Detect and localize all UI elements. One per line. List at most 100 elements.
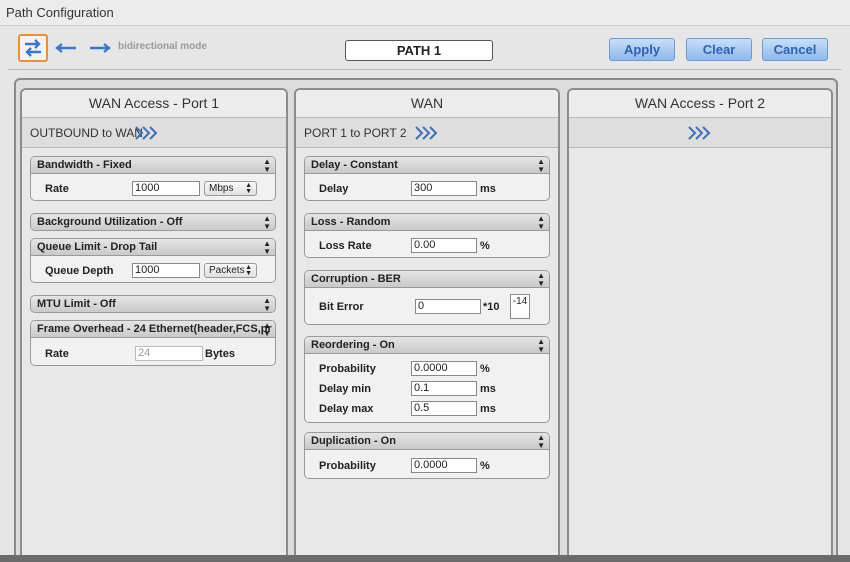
queue-depth-unit-value: Packets [209, 265, 245, 276]
corruption-select[interactable]: Corruption - BER ▲ ▼ [305, 271, 549, 288]
select-arrows-icon: ▲ ▼ [263, 321, 271, 338]
reordering-header: Reordering - On [311, 339, 395, 351]
probability-label: Probability [319, 363, 376, 375]
background-utilization-header: Background Utilization - Off [37, 216, 183, 228]
delay-input[interactable]: 300 [411, 181, 477, 196]
duplication-panel: Duplication - On ▲ ▼ Probability 0.0000 % [304, 432, 550, 479]
loss-select[interactable]: Loss - Random ▲ ▼ [305, 214, 549, 231]
background-utilization-panel: Background Utilization - Off ▲ ▼ [30, 213, 276, 231]
delay-select[interactable]: Delay - Constant ▲ ▼ [305, 157, 549, 174]
duplication-probability-input[interactable]: 0.0000 [411, 458, 477, 473]
overhead-rate-input[interactable]: 24 [135, 346, 203, 361]
path-editor: WAN Access - Port 1 OUTBOUND to WAN Band… [14, 78, 838, 562]
overhead-rate-label: Rate [45, 348, 69, 360]
delay-max-unit-label: ms [480, 403, 496, 415]
delay-panel: Delay - Constant ▲ ▼ Delay 300 ms [304, 156, 550, 201]
column-title: WAN Access - Port 1 [22, 90, 286, 118]
arrow-left-icon[interactable] [54, 42, 78, 54]
bit-error-input[interactable]: 0 [415, 299, 481, 314]
loss-panel: Loss - Random ▲ ▼ Loss Rate 0.00 % [304, 213, 550, 258]
background-utilization-select[interactable]: Background Utilization - Off ▲ ▼ [31, 214, 275, 231]
window-title: Path Configuration [6, 5, 114, 20]
corruption-panel: Corruption - BER ▲ ▼ Bit Error 0 *10 -14 [304, 270, 550, 325]
bandwidth-select[interactable]: Bandwidth - Fixed ▲ ▼ [31, 157, 275, 174]
mtu-limit-panel: MTU Limit - Off ▲ ▼ [30, 295, 276, 313]
probability-unit-label: % [480, 363, 490, 375]
duplication-probability-unit-label: % [480, 460, 490, 472]
apply-button[interactable]: Apply [609, 38, 675, 61]
queue-limit-select[interactable]: Queue Limit - Drop Tail ▲ ▼ [31, 239, 275, 256]
arrow-right-icon[interactable] [88, 42, 112, 54]
column-title: WAN [296, 90, 558, 118]
loss-rate-input[interactable]: 0.00 [411, 238, 477, 253]
mtu-limit-select[interactable]: MTU Limit - Off ▲ ▼ [31, 296, 275, 313]
queue-depth-unit-select[interactable]: Packets ▲ ▼ [204, 263, 257, 278]
overhead-unit-label: Bytes [205, 348, 235, 360]
rate-unit-value: Mbps [209, 183, 234, 194]
mode-label: bidirectional mode [118, 41, 207, 52]
window-titlebar: Path Configuration [0, 0, 850, 26]
frame-overhead-select[interactable]: Frame Overhead - 24 Ethernet(header,FCS,… [31, 321, 275, 338]
direction-header: OUTBOUND to WAN [22, 118, 286, 148]
select-arrows-icon: ▲ ▼ [537, 271, 545, 288]
clear-button[interactable]: Clear [686, 38, 752, 61]
toolbar: bidirectional mode PATH 1 Apply Clear Ca… [8, 28, 842, 70]
frame-overhead-panel: Frame Overhead - 24 Ethernet(header,FCS,… [30, 320, 276, 366]
delay-min-input[interactable]: 0.1 [411, 381, 477, 396]
queue-limit-header: Queue Limit - Drop Tail [37, 241, 158, 253]
delay-max-input[interactable]: 0.5 [411, 401, 477, 416]
bit-error-label: Bit Error [319, 301, 364, 313]
select-arrows-icon: ▲ ▼ [263, 296, 271, 313]
rate-unit-select[interactable]: Mbps ▲ ▼ [204, 181, 257, 196]
bidirectional-arrows-icon [25, 39, 41, 57]
column-title: WAN Access - Port 2 [569, 90, 831, 118]
reordering-panel: Reordering - On ▲ ▼ Probability 0.0000 % D… [304, 336, 550, 423]
select-arrows-icon: ▲ ▼ [245, 182, 252, 195]
select-arrows-icon: ▲ ▼ [245, 264, 252, 277]
delay-max-label: Delay max [319, 403, 374, 415]
frame-overhead-header: Frame Overhead - 24 Ethernet(header,FCS,… [37, 323, 272, 335]
direction-label: OUTBOUND to WAN [30, 126, 143, 140]
select-arrows-icon: ▲ ▼ [537, 337, 545, 354]
delay-min-unit-label: ms [480, 383, 496, 395]
bandwidth-header: Bandwidth - Fixed [37, 159, 132, 171]
loss-header: Loss - Random [311, 216, 391, 228]
direction-header [569, 118, 831, 148]
bit-error-exponent-field[interactable]: -14 [510, 294, 530, 319]
chevron-right-icon [688, 126, 711, 140]
loss-rate-unit-label: % [480, 240, 490, 252]
select-arrows-icon: ▲ ▼ [263, 157, 271, 174]
bidirectional-mode-button[interactable] [18, 34, 48, 62]
mtu-limit-header: MTU Limit - Off [37, 298, 116, 310]
cancel-button[interactable]: Cancel [762, 38, 828, 61]
path-name-field[interactable]: PATH 1 [345, 40, 493, 61]
chevron-right-icon [415, 126, 438, 140]
duplication-header: Duplication - On [311, 435, 396, 447]
reorder-probability-input[interactable]: 0.0000 [411, 361, 477, 376]
select-arrows-icon: ▲ ▼ [537, 157, 545, 174]
queue-depth-input[interactable]: 1000 [132, 263, 200, 278]
select-arrows-icon: ▲ ▼ [537, 433, 545, 450]
reordering-select[interactable]: Reordering - On ▲ ▼ [305, 337, 549, 354]
delay-header: Delay - Constant [311, 159, 398, 171]
bottom-scroll-bar [0, 555, 850, 562]
rate-label: Rate [45, 183, 69, 195]
wan-column: WAN PORT 1 to PORT 2 Delay - Constant ▲ ▼ … [294, 88, 560, 562]
wan-access-port2-column: WAN Access - Port 2 [567, 88, 833, 562]
duplication-select[interactable]: Duplication - On ▲ ▼ [305, 433, 549, 450]
chevron-right-icon [135, 126, 158, 140]
loss-rate-label: Loss Rate [319, 240, 372, 252]
corruption-header: Corruption - BER [311, 273, 401, 285]
queue-limit-panel: Queue Limit - Drop Tail ▲ ▼ Queue Depth 10… [30, 238, 276, 283]
queue-depth-label: Queue Depth [45, 265, 114, 277]
direction-header: PORT 1 to PORT 2 [296, 118, 558, 148]
delay-min-label: Delay min [319, 383, 371, 395]
bandwidth-panel: Bandwidth - Fixed ▲ ▼ Rate 1000 Mbps ▲ ▼ [30, 156, 276, 201]
bit-error-multiplier-label: *10 [483, 301, 500, 313]
select-arrows-icon: ▲ ▼ [263, 214, 271, 231]
wan-access-port1-column: WAN Access - Port 1 OUTBOUND to WAN Band… [20, 88, 288, 562]
delay-label: Delay [319, 183, 349, 195]
select-arrows-icon: ▲ ▼ [263, 239, 271, 256]
delay-unit-label: ms [480, 183, 496, 195]
rate-input[interactable]: 1000 [132, 181, 200, 196]
